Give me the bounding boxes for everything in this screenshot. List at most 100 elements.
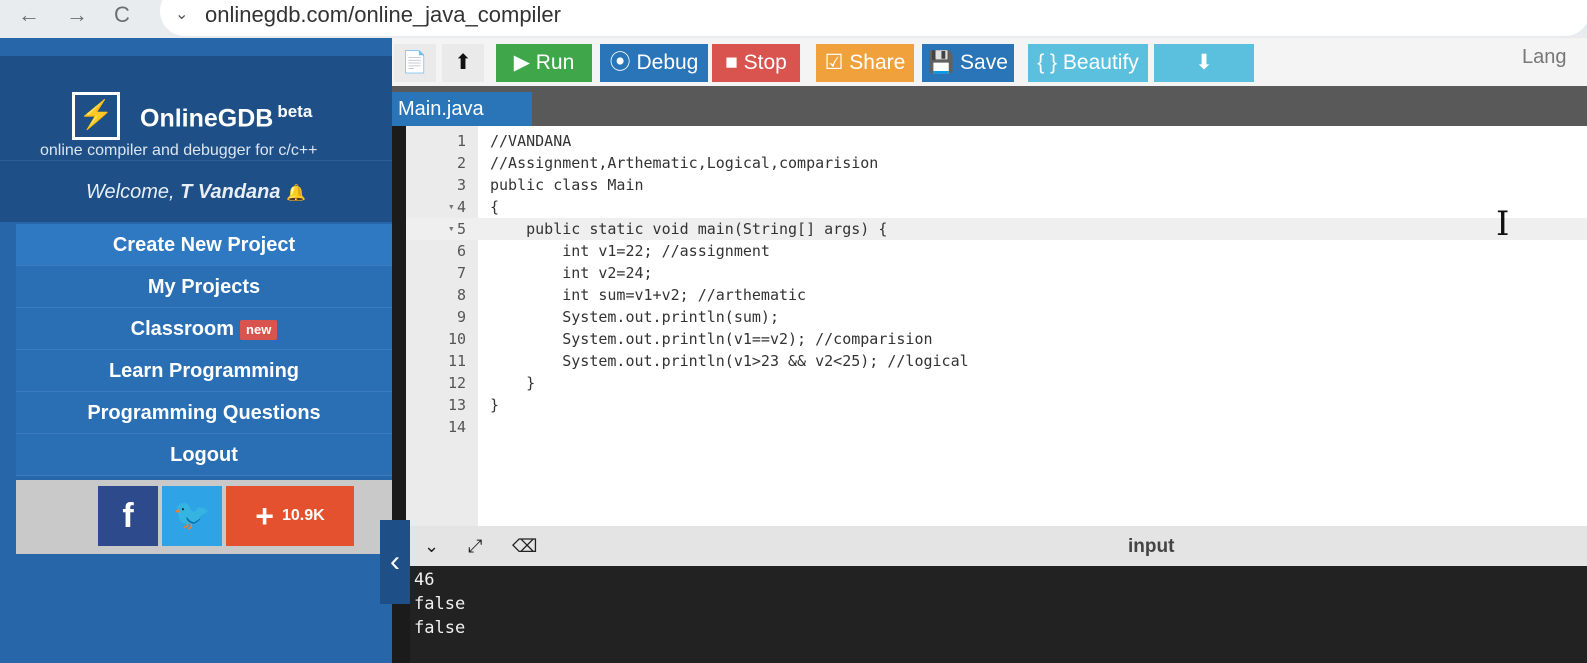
social-share-bar: f 🐦 +10.9K: [16, 480, 392, 554]
code-line[interactable]: 8 int sum=v1+v2; //arthematic: [406, 284, 1587, 306]
code-line[interactable]: 6 int v1=22; //assignment: [406, 240, 1587, 262]
code-line[interactable]: 4 ▾ {: [406, 196, 1587, 218]
code-text: public class Main: [490, 176, 644, 194]
code-line[interactable]: 1 //VANDANA: [406, 130, 1587, 152]
run-button[interactable]: ▶ Run: [496, 44, 592, 82]
line-number: 9: [456, 308, 466, 326]
beta-label: beta: [277, 102, 313, 121]
code-line[interactable]: 14: [406, 416, 1587, 438]
tagline: online compiler and debugger for c/c++: [40, 142, 318, 159]
output-line: 46: [414, 570, 435, 590]
app-root: ← → C ⌄ onlinegdb.com/online_java_compil…: [0, 0, 1587, 663]
forward-arrow-icon[interactable]: →: [66, 2, 88, 28]
sidebar-item-programming-questions[interactable]: Programming Questions: [16, 392, 392, 434]
save-button[interactable]: 💾 Save: [922, 44, 1014, 82]
twitter-icon[interactable]: 🐦: [162, 486, 222, 546]
clear-console-icon[interactable]: ⌫: [512, 536, 537, 557]
sidebar-menu: Create New Project My Projects Classroom…: [16, 224, 392, 476]
code-text: //Assignment,Arthematic,Logical,comparis…: [490, 154, 879, 172]
expand-icon[interactable]: ⤢: [468, 536, 482, 557]
console-output[interactable]: 46 false false: [410, 566, 1587, 663]
line-number: 7: [456, 264, 466, 282]
fold-toggle-icon[interactable]: ▾: [448, 196, 455, 218]
sidebar-item-create-new-project[interactable]: Create New Project: [16, 224, 392, 266]
debug-button[interactable]: ⦿ Debug: [600, 44, 708, 82]
code-text: {: [490, 198, 500, 216]
code-editor[interactable]: 1 //VANDANA 2 //Assignment,Arthematic,Logic…: [406, 126, 1587, 526]
new-file-icon[interactable]: 📄: [394, 44, 436, 82]
sidebar: ⚡ OnlineGDB beta online compiler and debu…: [0, 38, 392, 663]
tab-main-java[interactable]: Main.java: [392, 92, 532, 126]
code-text: System.out.println(sum);: [490, 308, 779, 326]
code-text: System.out.println(v1==v2); //comparisio…: [490, 330, 933, 348]
file-tab-strip: Main.java: [392, 86, 1587, 126]
code-line[interactable]: 5 ▾ public static void main(String[] args…: [406, 218, 1587, 240]
language-select[interactable]: Lang: [1522, 46, 1567, 69]
menu-label: Learn Programming: [108, 360, 300, 382]
editor-toolbar: 📄 ⬆ ▶ Run ⦿ Debug ■ Stop ☑ Share 💾 Save …: [392, 38, 1587, 86]
code-text: int v1=22; //assignment: [490, 242, 770, 260]
share-count: 10.9K: [281, 507, 325, 525]
line-number: 14: [447, 418, 466, 436]
beautify-button[interactable]: { } Beautify: [1028, 44, 1148, 82]
back-arrow-icon[interactable]: ←: [18, 2, 40, 28]
code-line[interactable]: 12 }: [406, 372, 1587, 394]
username: T Vandana: [180, 181, 281, 203]
sidebar-item-my-projects[interactable]: My Projects: [16, 266, 392, 308]
stop-button[interactable]: ■ Stop: [712, 44, 800, 82]
menu-label: Classroom: [130, 318, 235, 340]
welcome-prefix: Welcome,: [86, 181, 181, 203]
line-number: 5: [456, 220, 466, 238]
text-cursor-icon: I: [1496, 204, 1510, 244]
input-tab[interactable]: input: [1128, 536, 1174, 558]
welcome-banner: Welcome, T Vandana 🔔: [0, 160, 392, 222]
code-line[interactable]: 7 int v2=24;: [406, 262, 1587, 284]
chevron-down-icon[interactable]: ⌄: [175, 4, 188, 24]
share-button[interactable]: ☑ Share: [816, 44, 914, 82]
menu-label: Logout: [170, 444, 238, 466]
line-number: 10: [447, 330, 466, 348]
code-line[interactable]: 11 System.out.println(v1>23 && v2<25); /…: [406, 350, 1587, 372]
sidebar-item-learn-programming[interactable]: Learn Programming: [16, 350, 392, 392]
sidebar-collapse-button[interactable]: ‹: [380, 520, 410, 604]
lightning-logo-icon[interactable]: ⚡: [72, 92, 120, 140]
output-header: ⌄ ⤢ ⌫ input: [406, 526, 1587, 566]
code-line[interactable]: 10 System.out.println(v1==v2); //compari…: [406, 328, 1587, 350]
upload-icon[interactable]: ⬆: [442, 44, 484, 82]
line-number: 4: [456, 198, 466, 216]
share-plus-button[interactable]: +10.9K: [226, 486, 354, 546]
code-line[interactable]: 2 //Assignment,Arthematic,Logical,compari…: [406, 152, 1587, 174]
output-line: false: [414, 618, 466, 638]
url-text[interactable]: onlinegdb.com/online_java_compiler: [205, 2, 561, 28]
brand-name[interactable]: OnlineGDB beta: [140, 102, 312, 133]
line-number: 1: [456, 132, 466, 150]
code-text: int v2=24;: [490, 264, 653, 282]
code-line[interactable]: 3 public class Main: [406, 174, 1587, 196]
menu-label: Create New Project: [112, 234, 296, 256]
sidebar-item-logout[interactable]: Logout: [16, 434, 392, 476]
code-line[interactable]: 9 System.out.println(sum);: [406, 306, 1587, 328]
line-number: 6: [456, 242, 466, 260]
brand-title: OnlineGDB: [140, 104, 274, 133]
browser-address-bar: ← → C ⌄ onlinegdb.com/online_java_compil…: [0, 0, 1587, 38]
code-text: public static void main(String[] args) {: [490, 220, 888, 238]
code-text: int sum=v1+v2; //arthematic: [490, 286, 807, 304]
bell-icon[interactable]: 🔔: [286, 185, 306, 202]
line-number: 2: [456, 154, 466, 172]
fold-toggle-icon[interactable]: ▾: [448, 218, 455, 240]
new-badge: new: [240, 319, 278, 340]
code-text: }: [490, 374, 536, 392]
reload-icon[interactable]: C: [114, 2, 130, 28]
collapse-chevron-icon[interactable]: ⌄: [424, 536, 439, 557]
download-icon[interactable]: ⬇: [1154, 44, 1254, 82]
line-number: 11: [447, 352, 466, 370]
code-text: }: [490, 396, 500, 414]
code-text: //VANDANA: [490, 132, 572, 150]
code-line[interactable]: 13}: [406, 394, 1587, 416]
sidebar-item-classroom[interactable]: Classroom new: [16, 308, 392, 350]
line-number: 13: [447, 396, 466, 414]
line-number: 3: [456, 176, 466, 194]
output-line: false: [414, 594, 466, 614]
facebook-icon[interactable]: f: [98, 486, 158, 546]
menu-label: Programming Questions: [87, 402, 321, 424]
